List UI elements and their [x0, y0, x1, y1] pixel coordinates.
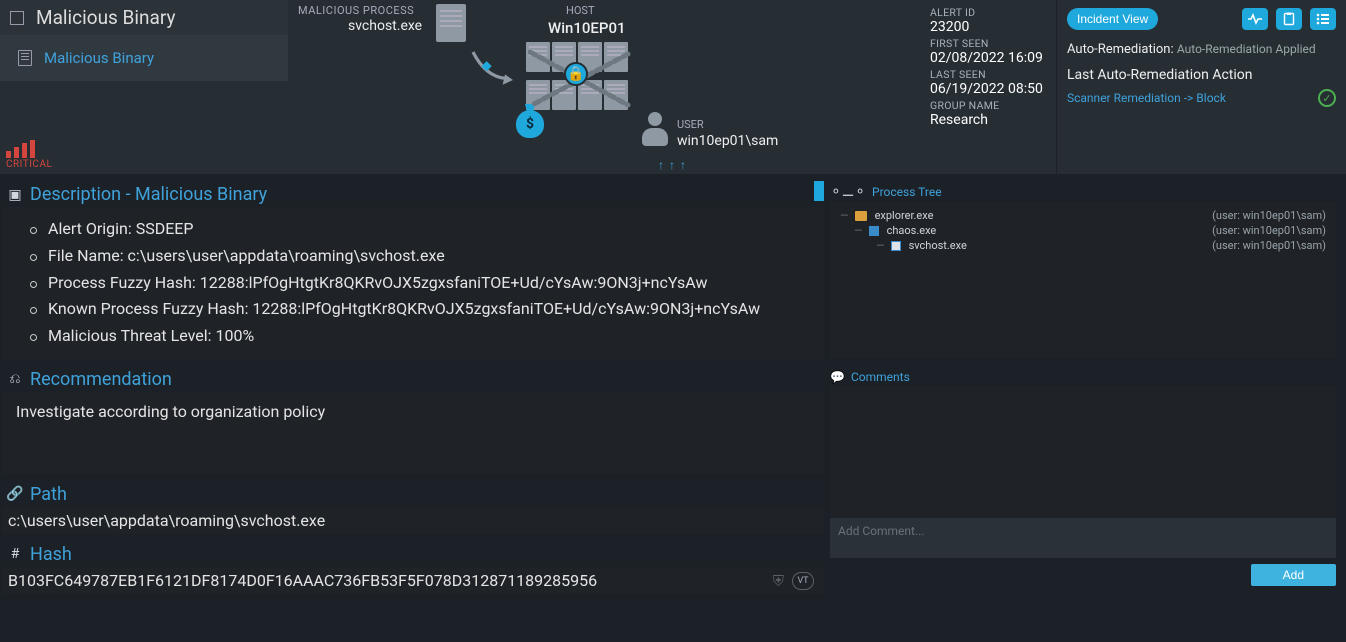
activity-icon-button[interactable]	[1242, 8, 1268, 30]
hash-title: Hash	[30, 544, 72, 565]
recommendation-title: Recommendation	[30, 369, 172, 390]
process-name: explorer.exe	[875, 209, 934, 222]
alert-id-value: 23200	[930, 19, 1056, 35]
recommendation-body: Investigate according to organization po…	[2, 392, 824, 474]
process-user: (user: win10ep01\sam)	[1212, 239, 1326, 252]
alert-subtitle: Malicious Binary	[44, 49, 154, 67]
malicious-process-label: MALICIOUS PROCESS	[298, 4, 414, 17]
user-icon	[640, 112, 670, 146]
comments-body	[830, 386, 1336, 516]
last-action-label: Last Auto-Remediation Action	[1067, 67, 1336, 83]
user-value: win10ep01\sam	[677, 133, 778, 149]
process-file-icon	[436, 4, 466, 42]
folder-icon	[855, 211, 867, 221]
description-item: Process Fuzzy Hash: 12288:lPfOgHtgtKr8QK…	[46, 271, 810, 296]
hash-icon: #	[6, 546, 24, 562]
malicious-process-value: svchost.exe	[348, 18, 422, 34]
recommendation-icon: ⎌	[6, 371, 24, 387]
user-label: USER	[677, 118, 704, 131]
path-icon: 🔗	[6, 486, 24, 502]
last-seen-label: LAST SEEN	[930, 68, 1056, 81]
severity-label: CRITICAL	[6, 159, 288, 170]
tree-expand-icon[interactable]: —	[840, 209, 849, 222]
cube-icon	[869, 226, 879, 236]
clipboard-icon-button[interactable]	[1276, 8, 1302, 30]
tree-expand-icon[interactable]: —	[876, 239, 885, 252]
ransom-money-icon: $	[516, 110, 544, 138]
hash-text: B103FC649787EB1F6121DF8174D0F16AAAC736FB…	[8, 571, 597, 590]
process-name: svchost.exe	[909, 239, 967, 252]
incident-view-button[interactable]: Incident View	[1067, 8, 1158, 30]
remediation-action-text: Scanner Remediation -> Block	[1067, 91, 1226, 105]
process-user: (user: win10ep01\sam)	[1212, 209, 1326, 222]
document-icon	[18, 50, 32, 66]
description-title: Description - Malicious Binary	[30, 184, 267, 205]
description-body: Alert Origin: SSDEEPFile Name: c:\users\…	[2, 207, 824, 359]
process-tree-row[interactable]: — explorer.exe (user: win10ep01\sam)	[840, 208, 1326, 223]
group-name-label: GROUP NAME	[930, 99, 1056, 112]
description-icon: ▣	[6, 187, 24, 203]
host-value: Win10EP01	[548, 19, 626, 37]
tree-expand-icon[interactable]: —	[854, 224, 863, 237]
alert-id-label: ALERT ID	[930, 6, 1056, 19]
comments-title: Comments	[851, 370, 910, 384]
clipboard-icon	[1283, 12, 1295, 26]
alert-subtitle-row[interactable]: Malicious Binary	[0, 35, 288, 81]
arrow-icon	[468, 48, 518, 88]
lock-icon: 🔒	[564, 62, 588, 86]
process-tree-row[interactable]: — svchost.exe (user: win10ep01\sam)	[840, 238, 1326, 253]
auto-remediation-value: Auto-Remediation Applied	[1177, 42, 1316, 56]
process-tree-icon: ⚬⚊⚬	[830, 184, 866, 200]
remediation-action-link[interactable]: Scanner Remediation -> Block ✓	[1067, 89, 1336, 107]
hash-value: B103FC649787EB1F6121DF8174D0F16AAAC736FB…	[2, 567, 824, 594]
list-icon	[1316, 13, 1330, 25]
comment-input[interactable]	[830, 518, 1336, 558]
add-comment-button[interactable]: Add	[1251, 564, 1336, 586]
process-tree-body: —explorer.exe(user: win10ep01\sam)—chaos…	[830, 202, 1336, 358]
severity-bars-icon	[6, 140, 288, 158]
first-seen-label: FIRST SEEN	[930, 37, 1056, 50]
list-icon-button[interactable]	[1310, 8, 1336, 30]
auto-remediation-label: Auto-Remediation:	[1067, 42, 1174, 57]
shield-icon[interactable]: ⛨	[773, 572, 784, 590]
first-seen-value: 02/08/2022 16:09	[930, 50, 1056, 66]
description-item: Alert Origin: SSDEEP	[46, 217, 810, 242]
process-tree-row[interactable]: — chaos.exe (user: win10ep01\sam)	[840, 223, 1326, 238]
group-name-value: Research	[930, 112, 1056, 128]
description-item: Known Process Fuzzy Hash: 12288:lPfOgHtg…	[46, 297, 810, 322]
process-user: (user: win10ep01\sam)	[1212, 224, 1326, 237]
comments-icon: 💬	[830, 370, 845, 384]
alert-title: Malicious Binary	[36, 6, 175, 29]
description-item: File Name: c:\users\user\appdata\roaming…	[46, 244, 810, 269]
process-tree-title: Process Tree	[872, 185, 942, 199]
host-label: HOST	[566, 4, 595, 17]
scroll-indicator[interactable]	[814, 181, 824, 201]
virustotal-icon[interactable]: VT	[792, 572, 814, 590]
path-value: c:\users\user\appdata\roaming\svchost.ex…	[2, 507, 824, 534]
path-title: Path	[30, 484, 67, 505]
activity-icon	[1247, 13, 1263, 25]
process-name: chaos.exe	[887, 224, 937, 237]
collapse-arrows-icon[interactable]: ↑ ↑ ↑	[658, 158, 687, 172]
exe-icon	[891, 241, 901, 251]
success-check-icon: ✓	[1318, 89, 1336, 107]
description-item: Malicious Threat Level: 100%	[46, 324, 810, 349]
last-seen-value: 06/19/2022 08:50	[930, 81, 1056, 97]
select-alert-checkbox[interactable]	[10, 11, 24, 25]
